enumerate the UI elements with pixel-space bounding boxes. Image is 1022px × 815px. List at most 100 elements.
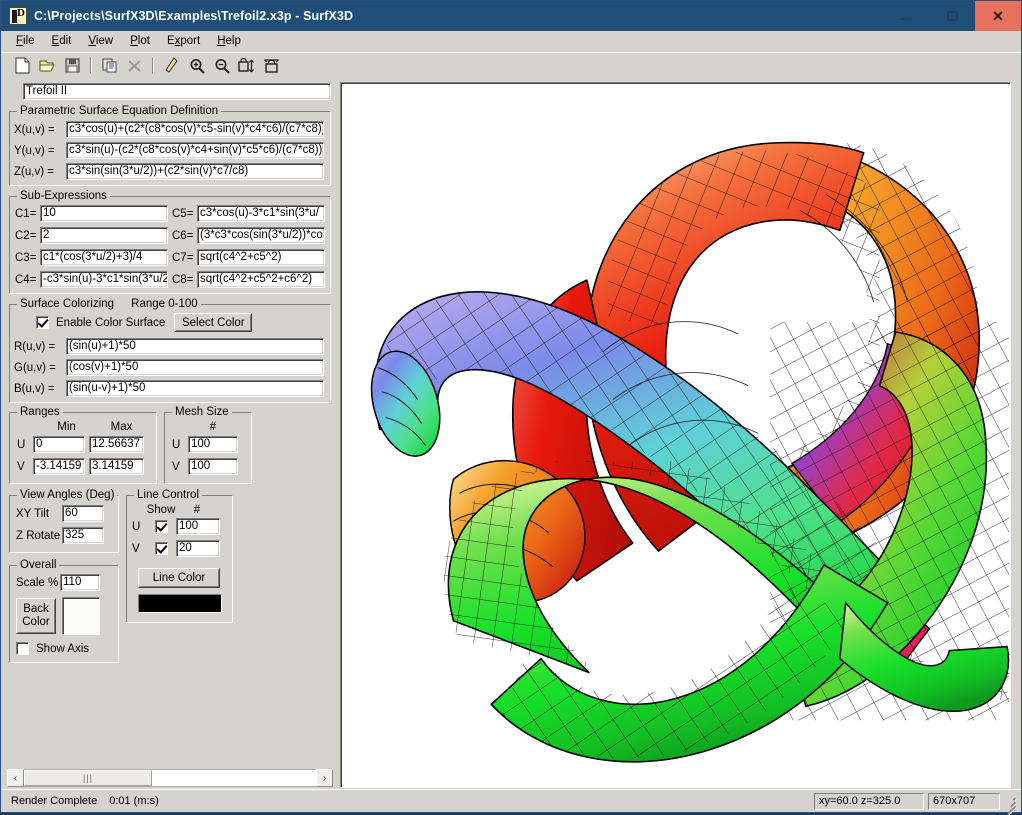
- line-control-group: Line Control Show # U 100 V 20 Line Colo…: [126, 489, 233, 623]
- z-rotate-label: Z Rotate: [16, 529, 61, 542]
- parameters-scroll-area: Trefoil II Parametric Surface Equation D…: [1, 78, 337, 766]
- window-controls: ✕: [883, 1, 1021, 31]
- c8-input[interactable]: sqrt(c4^2+c5^2+c6^2): [197, 271, 325, 288]
- c2-label: C2=: [15, 229, 37, 242]
- line-u-count-input[interactable]: 100: [176, 518, 220, 535]
- show-axis-checkbox[interactable]: [16, 642, 29, 655]
- open-file-button[interactable]: [36, 55, 59, 76]
- range-u-max-input[interactable]: 12.56637: [89, 436, 144, 453]
- delete-button[interactable]: [123, 55, 146, 76]
- back-color-swatch[interactable]: [62, 597, 100, 635]
- menu-file[interactable]: File: [9, 33, 45, 49]
- line-color-swatch[interactable]: [138, 594, 222, 613]
- scroll-track[interactable]: |||: [24, 769, 316, 787]
- render-pane: [338, 78, 1021, 789]
- c4-input[interactable]: -c3*sin(u)-3*c1*sin(3*u/2)*co: [40, 271, 168, 288]
- ranges-min-header: Min: [57, 421, 76, 433]
- surface-colorizing-range: Range 0-100: [131, 298, 198, 310]
- surface-colorizing-legend: Surface Colorizing Range 0-100: [17, 298, 201, 310]
- c7-input[interactable]: sqrt(c4^2+c5^2): [197, 249, 325, 266]
- c6-input[interactable]: (3*c3*cos(sin(3*u/2))*co: [197, 227, 325, 244]
- enable-color-surface-checkbox[interactable]: [36, 316, 49, 329]
- c3-input[interactable]: c1*(cos(3*u/2)+3)/4: [40, 249, 168, 266]
- lock-vertical-button[interactable]: [235, 55, 258, 76]
- mesh-v-input[interactable]: 100: [188, 458, 238, 475]
- g-equation-input[interactable]: (cos(v)+1)*50: [66, 359, 324, 376]
- surface-colorizing-title: Surface Colorizing: [20, 298, 114, 310]
- scroll-left-arrow[interactable]: ‹: [7, 769, 24, 787]
- x-equation-input[interactable]: c3*cos(u)+(c2*(c8*cos(v)*c5-sin(v)*c4*c6…: [66, 121, 324, 138]
- y-equation-input[interactable]: c3*sin(u)-(c2*(c8*cos(v)*c4+sin(v)*c5*c6…: [66, 142, 324, 159]
- line-hash-header: #: [193, 504, 201, 516]
- maximize-button[interactable]: [929, 1, 975, 31]
- surface-name-input[interactable]: Trefoil II: [23, 83, 331, 100]
- main-area: Trefoil II Parametric Surface Equation D…: [1, 78, 1021, 789]
- scroll-right-arrow[interactable]: ›: [316, 769, 333, 787]
- range-v-min-input[interactable]: -3.14159: [33, 458, 85, 475]
- scroll-thumb[interactable]: |||: [24, 770, 152, 786]
- range-u-label: U: [17, 438, 26, 451]
- xy-tilt-input[interactable]: 60: [62, 505, 104, 522]
- parameters-panel: Trefoil II Parametric Surface Equation D…: [1, 78, 338, 789]
- range-v-max-input[interactable]: 3.14159: [89, 458, 144, 475]
- zoom-out-button[interactable]: [210, 55, 233, 76]
- menu-help[interactable]: Help: [210, 33, 251, 49]
- select-color-button[interactable]: Select Color: [174, 313, 253, 332]
- status-dimensions: 670x707: [928, 792, 1000, 810]
- render-canvas[interactable]: [340, 82, 1011, 788]
- status-angles: xy=60.0 z=325.0: [814, 792, 924, 810]
- xy-tilt-label: XY Tilt: [16, 507, 50, 520]
- line-u-show-checkbox[interactable]: [154, 520, 168, 533]
- equation-definition-group: Parametric Surface Equation Definition X…: [9, 105, 331, 186]
- tool-bar: [1, 52, 1021, 78]
- save-file-button[interactable]: [61, 55, 84, 76]
- z-rotate-input[interactable]: 325: [62, 527, 104, 544]
- r-equation-input[interactable]: (sin(u)+1)*50: [66, 338, 324, 355]
- toolbar-separator-2: [152, 57, 154, 74]
- ranges-group: Ranges Min Max U 0 12.56637 V -3.14159 3…: [9, 406, 157, 484]
- menu-edit[interactable]: Edit: [45, 33, 82, 49]
- c2-input[interactable]: 2: [40, 227, 168, 244]
- line-u-label: U: [132, 520, 141, 533]
- surfx3d-window: C:\Projects\SurfX3D\Examples\Trefoil2.x3…: [0, 0, 1022, 815]
- save-disk-icon: [65, 58, 80, 73]
- zoom-out-icon: [215, 58, 230, 74]
- ranges-legend: Ranges: [17, 406, 63, 418]
- line-v-show-checkbox[interactable]: [154, 542, 168, 555]
- status-elapsed: 0:01 (m:s): [109, 795, 159, 807]
- toolbar-separator-1: [90, 57, 92, 74]
- app-3d-icon: [9, 7, 27, 25]
- c5-input[interactable]: c3*cos(u)-3*c1*sin(3*u/: [197, 205, 325, 222]
- copy-button[interactable]: [98, 55, 121, 76]
- mesh-size-legend: Mesh Size: [172, 406, 232, 418]
- scale-percent-input[interactable]: 110: [60, 574, 100, 591]
- view-angles-legend: View Angles (Deg): [17, 489, 118, 501]
- minimize-button[interactable]: [883, 1, 929, 31]
- line-v-count-input[interactable]: 20: [176, 540, 220, 557]
- z-equation-input[interactable]: c3*sin(sin(3*u/2))+(c2*sin(v)*c7/c8): [66, 163, 324, 180]
- zoom-in-button[interactable]: [185, 55, 208, 76]
- c1-input[interactable]: 10: [40, 205, 168, 222]
- back-color-button[interactable]: Back Color: [16, 598, 56, 634]
- new-file-button[interactable]: [11, 55, 34, 76]
- lock-horizontal-button[interactable]: [260, 55, 283, 76]
- status-message-cell: Render Complete 0:01 (m:s): [3, 793, 814, 810]
- window-title: C:\Projects\SurfX3D\Examples\Trefoil2.x3…: [34, 9, 354, 23]
- line-show-header: Show: [146, 504, 176, 516]
- title-bar: C:\Projects\SurfX3D\Examples\Trefoil2.x3…: [1, 1, 1021, 31]
- draw-button[interactable]: [160, 55, 183, 76]
- close-button[interactable]: ✕: [975, 1, 1021, 31]
- panel-horizontal-scrollbar[interactable]: ‹ ||| ›: [7, 769, 333, 787]
- range-u-min-input[interactable]: 0: [33, 436, 85, 453]
- c3-label: C3=: [15, 251, 37, 264]
- y-equation-label: Y(u,v) =: [14, 144, 55, 157]
- resize-grip[interactable]: [1003, 794, 1018, 815]
- menu-export[interactable]: Export: [160, 33, 210, 49]
- line-color-button[interactable]: Line Color: [138, 568, 220, 588]
- menu-view[interactable]: View: [81, 33, 123, 49]
- status-bar: Render Complete 0:01 (m:s) xy=60.0 z=325…: [1, 789, 1021, 815]
- mesh-u-input[interactable]: 100: [188, 436, 238, 453]
- b-equation-input[interactable]: (sin(u-v)+1)*50: [66, 380, 324, 397]
- menu-plot[interactable]: Plot: [123, 33, 160, 49]
- c8-label: C8=: [172, 273, 194, 286]
